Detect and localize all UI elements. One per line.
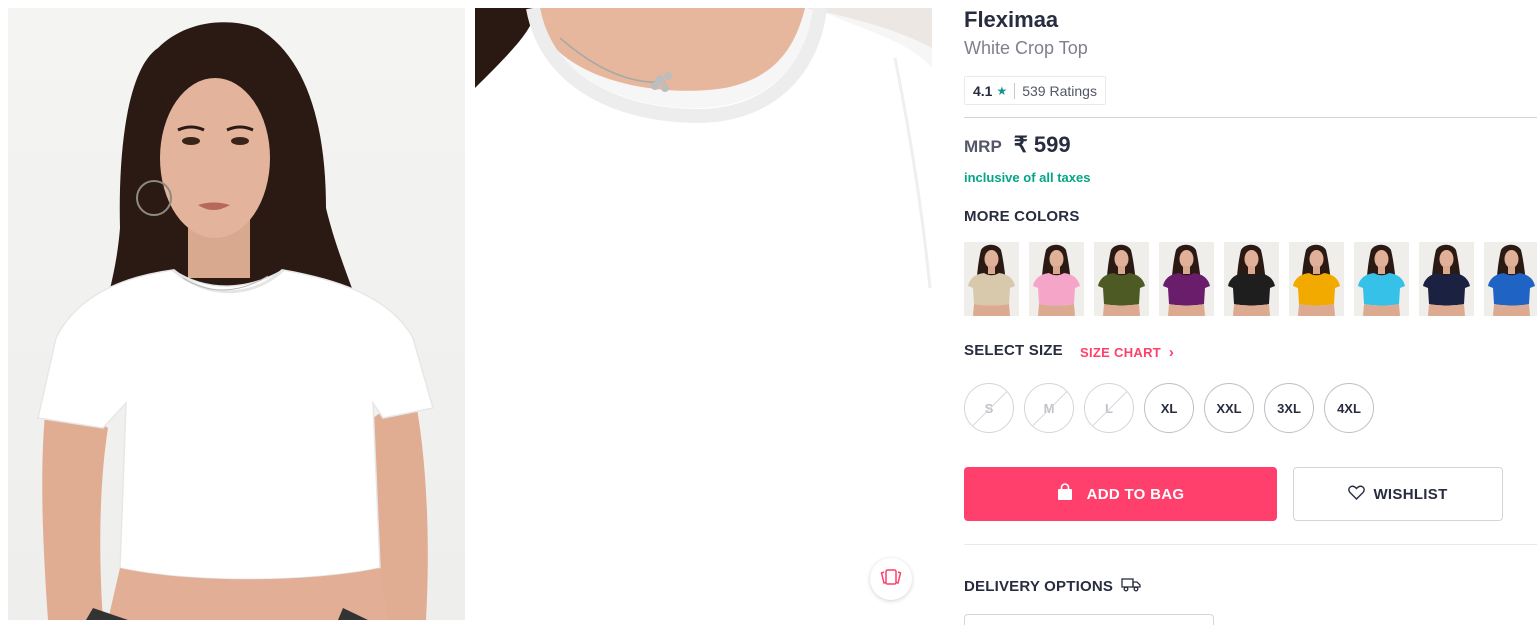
add-to-bag-button[interactable]: ADD TO BAG [964, 467, 1277, 521]
color-swatch-sky-blue[interactable] [1354, 242, 1409, 316]
delivery-options-heading: DELIVERY OPTIONS [964, 577, 1141, 596]
color-swatch-navy[interactable] [1419, 242, 1474, 316]
size-option-l: L [1084, 383, 1134, 433]
price-block: MRP ₹ 599 [964, 132, 1071, 158]
size-label: 3XL [1277, 400, 1301, 416]
color-swatch-pink[interactable] [1029, 242, 1084, 316]
wishlist-button[interactable]: WISHLIST [1293, 467, 1503, 521]
product-info-panel: Fleximaa White Crop Top 4.1 ★ 539 Rating… [964, 0, 1537, 625]
divider [964, 117, 1537, 118]
view-similar-icon [880, 567, 902, 592]
size-label: S [984, 400, 994, 416]
divider [964, 544, 1537, 545]
size-option-m: M [1024, 383, 1074, 433]
wishlist-label: WISHLIST [1373, 485, 1448, 503]
product-name: White Crop Top [964, 38, 1088, 58]
color-swatch-list [964, 242, 1537, 316]
color-swatch-purple[interactable] [1159, 242, 1214, 316]
size-option-s: S [964, 383, 1014, 433]
shopping-bag-icon [1057, 483, 1073, 505]
size-label: XL [1160, 400, 1178, 416]
color-swatch-royal-blue[interactable] [1484, 242, 1537, 316]
star-icon: ★ [996, 83, 1008, 98]
size-options: S M L XL XXL 3XL 4XL [964, 383, 1374, 433]
rating-value: 4.1 [973, 82, 993, 99]
size-chart-link[interactable]: SIZE CHART › [1080, 344, 1174, 361]
rating-badge[interactable]: 4.1 ★ 539 Ratings [964, 76, 1106, 105]
color-swatch-black[interactable] [1224, 242, 1279, 316]
more-colors-heading: MORE COLORS [964, 208, 1080, 225]
tax-note: inclusive of all taxes [964, 170, 1091, 185]
size-chart-label: SIZE CHART [1080, 345, 1161, 360]
color-swatch-mustard[interactable] [1289, 242, 1344, 316]
price-amount: ₹ 599 [1013, 132, 1071, 157]
size-option-xl[interactable]: XL [1144, 383, 1194, 433]
product-image-closeup[interactable] [475, 8, 932, 620]
size-label: M [1043, 400, 1055, 416]
size-label: 4XL [1337, 400, 1361, 416]
size-option-3xl[interactable]: 3XL [1264, 383, 1314, 433]
size-option-xxl[interactable]: XXL [1204, 383, 1254, 433]
chevron-right-icon: › [1168, 344, 1175, 361]
rating-separator [1014, 82, 1016, 99]
size-option-4xl[interactable]: 4XL [1324, 383, 1374, 433]
truck-icon [1121, 577, 1141, 596]
select-size-heading: SELECT SIZE [964, 342, 1063, 359]
product-image-main[interactable] [8, 8, 465, 620]
size-label: XXL [1216, 400, 1242, 416]
size-label: L [1105, 400, 1113, 416]
view-similar-button[interactable] [870, 558, 912, 600]
color-swatch-olive[interactable] [1094, 242, 1149, 316]
pincode-input[interactable] [964, 614, 1214, 625]
delivery-options-label: DELIVERY OPTIONS [964, 578, 1114, 595]
add-to-bag-label: ADD TO BAG [1086, 485, 1185, 503]
rating-count: 539 Ratings [1022, 82, 1097, 99]
price-label: MRP [964, 137, 1002, 156]
product-brand: Fleximaa [964, 7, 1059, 32]
color-swatch-beige[interactable] [964, 242, 1019, 316]
heart-icon [1348, 485, 1366, 504]
